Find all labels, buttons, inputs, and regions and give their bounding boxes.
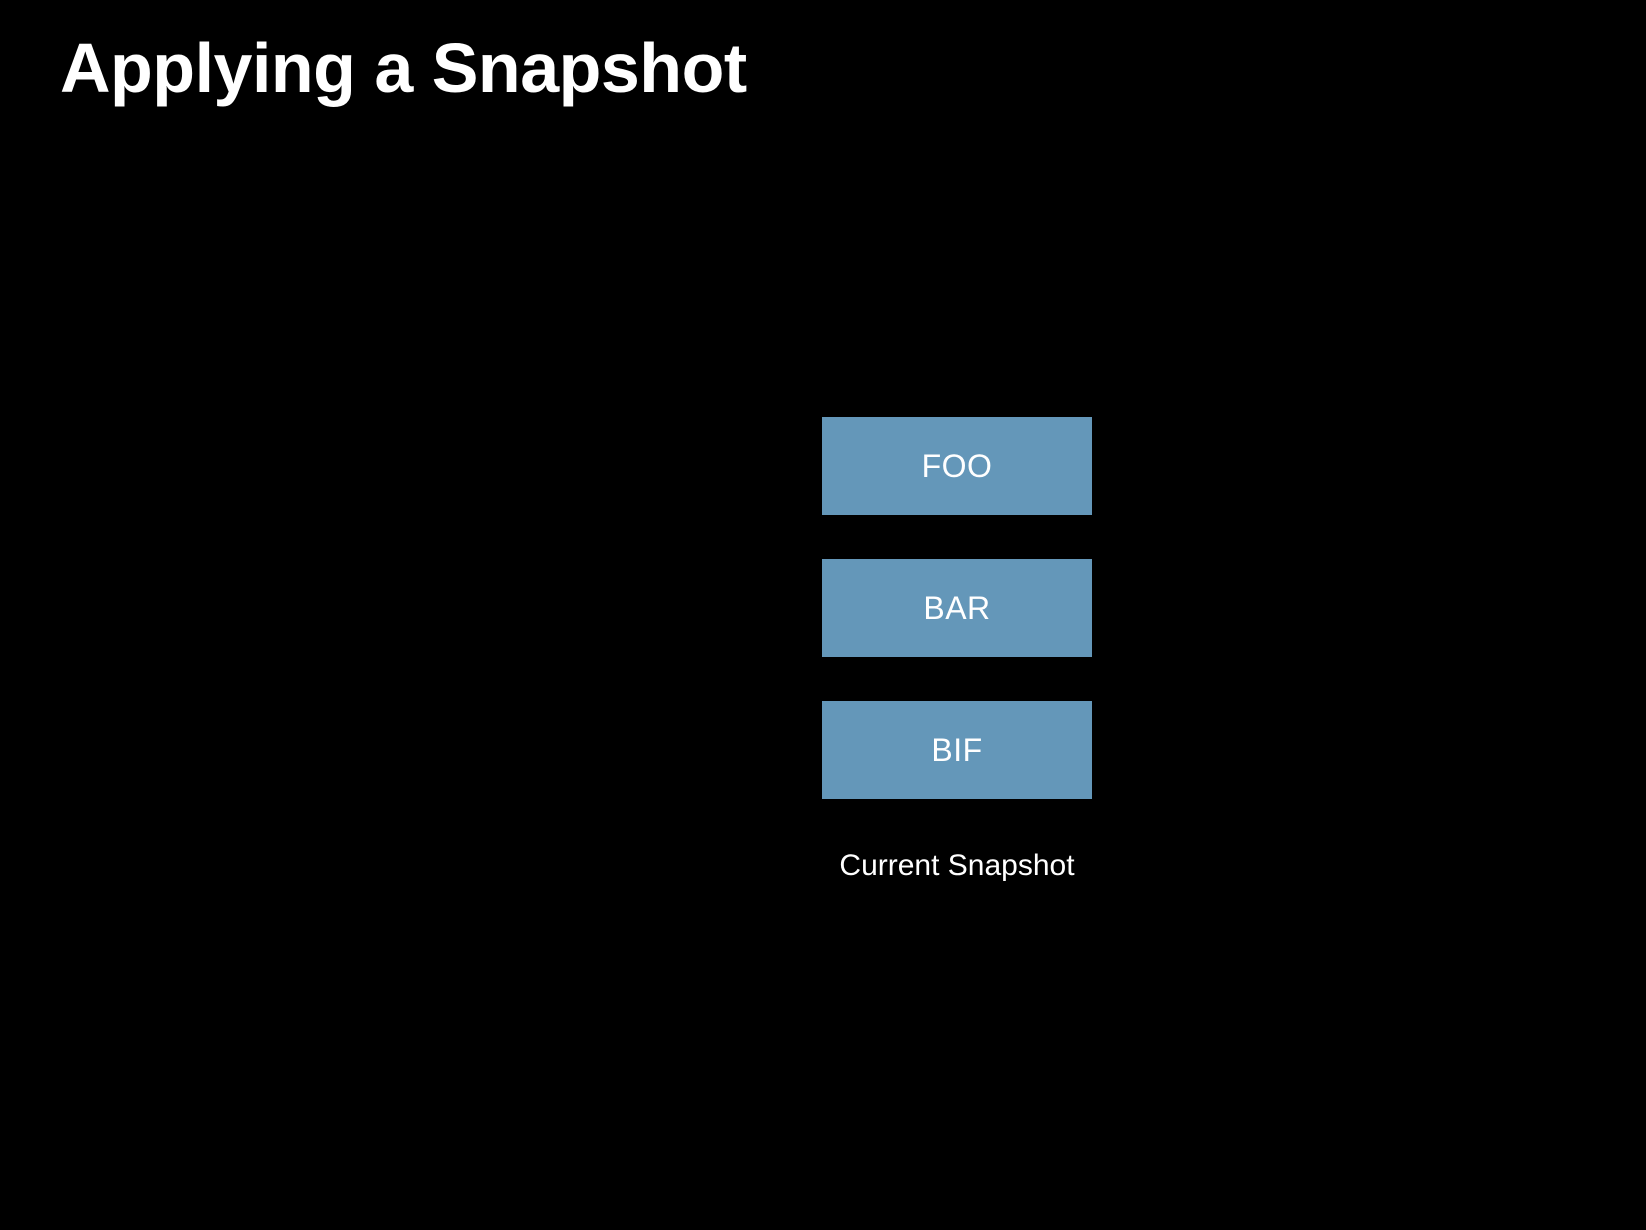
snapshot-box-bif: BIF — [822, 701, 1092, 799]
snapshot-box-label: BAR — [923, 590, 990, 627]
snapshot-box-foo: FOO — [822, 417, 1092, 515]
snapshot-caption: Current Snapshot — [839, 849, 1074, 883]
snapshot-box-label: BIF — [931, 732, 982, 769]
snapshot-box-bar: BAR — [822, 559, 1092, 657]
current-snapshot-column: FOO BAR BIF Current Snapshot — [822, 417, 1092, 883]
snapshot-box-label: FOO — [922, 448, 993, 485]
slide-title: Applying a Snapshot — [60, 28, 747, 108]
